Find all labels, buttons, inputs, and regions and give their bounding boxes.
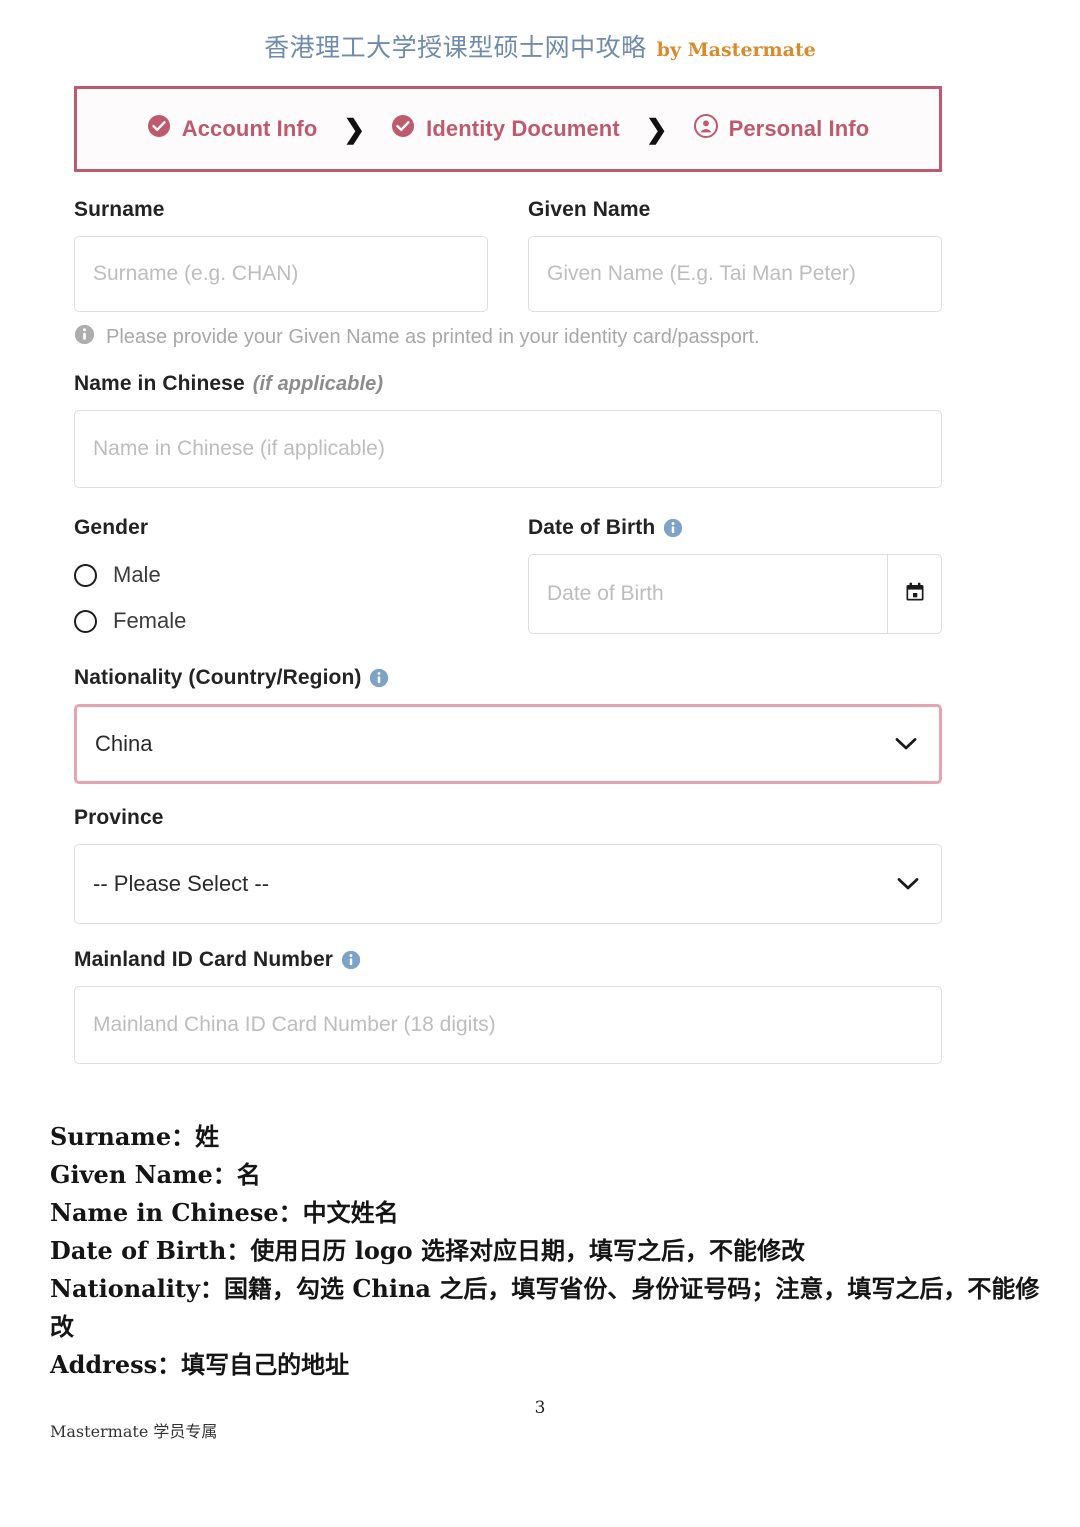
given-name-input-placeholder: Given Name (E.g. Tai Man Peter) [547, 262, 856, 285]
page-number: 3 [534, 1398, 546, 1418]
surname-input[interactable]: Surname (e.g. CHAN) [74, 236, 488, 312]
stepper-step-identity-document[interactable]: Identity Document [391, 114, 620, 144]
surname-label-text: Surname [74, 198, 165, 221]
info-circle-icon[interactable] [341, 950, 361, 970]
nationality-select[interactable]: China [74, 704, 942, 784]
gender-radio-female[interactable]: Female [74, 602, 488, 640]
given-name-hint: Please provide your Given Name as printe… [74, 324, 942, 350]
radio-unchecked-icon [74, 563, 97, 587]
province-select-value: -- Please Select -- [93, 871, 270, 896]
given-name-hint-text: Please provide your Given Name as printe… [106, 325, 760, 348]
province-label-text: Province [74, 806, 164, 829]
date-of-birth-input-placeholder: Date of Birth [547, 582, 664, 605]
mainland-id-label: Mainland ID Card Number [74, 948, 942, 972]
stepper-step-label: Personal Info [728, 116, 870, 141]
person-circle-icon [693, 114, 718, 144]
annotation-line: Address：填写自己的地址 [50, 1350, 350, 1379]
stepper-step-personal-info[interactable]: Personal Info [693, 114, 870, 144]
mainland-id-input-placeholder: Mainland China ID Card Number (18 digits… [93, 1013, 496, 1036]
check-circle-icon [147, 114, 171, 144]
date-of-birth-label: Date of Birth [528, 516, 942, 540]
nationality-label: Nationality (Country/Region) [74, 666, 942, 690]
nationality-select-value: China [95, 731, 153, 756]
footer-note: Mastermate 学员专属 [50, 1422, 218, 1441]
province-select[interactable]: -- Please Select -- [74, 844, 942, 924]
date-picker-button[interactable] [887, 554, 942, 634]
nationality-label-text: Nationality (Country/Region) [74, 666, 362, 689]
surname-input-placeholder: Surname (e.g. CHAN) [93, 262, 299, 285]
stepper-separator-icon: ❯ [645, 114, 668, 144]
stepper-step-label: Identity Document [426, 116, 620, 141]
stepper-separator-icon: ❯ [343, 114, 366, 144]
annotation-line: Nationality：国籍，勾选 China 之后，填写省份、身份证号码；注意… [50, 1274, 1040, 1341]
info-circle-icon [74, 324, 95, 350]
surname-label: Surname [74, 198, 488, 222]
radio-unchecked-icon [74, 609, 97, 633]
info-circle-icon[interactable] [369, 668, 389, 688]
stepper-step-account-info[interactable]: Account Info [147, 114, 318, 144]
mainland-id-label-text: Mainland ID Card Number [74, 948, 333, 971]
date-of-birth-input[interactable]: Date of Birth [528, 554, 887, 634]
name-in-chinese-label-suffix: (if applicable) [252, 372, 384, 395]
check-circle-icon [391, 114, 415, 144]
gender-label: Gender [74, 516, 488, 540]
given-name-input[interactable]: Given Name (E.g. Tai Man Peter) [528, 236, 942, 312]
name-in-chinese-label-text: Name in Chinese [74, 372, 245, 395]
mainland-id-input[interactable]: Mainland China ID Card Number (18 digits… [74, 986, 942, 1064]
stepper-step-label: Account Info [181, 116, 318, 141]
gender-radio-female-label: Female [113, 608, 187, 633]
name-in-chinese-input-placeholder: Name in Chinese (if applicable) [93, 437, 385, 460]
given-name-label-text: Given Name [528, 198, 651, 221]
annotation-line: Surname：姓 [50, 1122, 220, 1151]
date-of-birth-label-text: Date of Birth [528, 516, 656, 539]
given-name-label: Given Name [528, 198, 942, 222]
date-of-birth-field[interactable]: Date of Birth [528, 554, 942, 634]
info-circle-icon[interactable] [663, 518, 683, 538]
chevron-down-icon [895, 737, 917, 751]
annotation-line: Name in Chinese：中文姓名 [50, 1198, 399, 1227]
calendar-icon [903, 580, 927, 609]
gender-radio-male[interactable]: Male [74, 556, 488, 594]
document-header-chinese-title: 香港理工大学授课型硕士网中攻略 [264, 33, 647, 62]
chevron-down-icon [897, 877, 919, 891]
province-label: Province [74, 806, 942, 830]
application-form: Account Info ❯ Identity Document ❯ Perso… [74, 86, 942, 1064]
annotation-line: Date of Birth：使用日历 logo 选择对应日期，填写之后，不能修改 [50, 1236, 805, 1265]
document-header: 香港理工大学授课型硕士网中攻略 by Mastermate [0, 28, 1080, 64]
gender-radio-male-label: Male [113, 562, 161, 587]
name-in-chinese-label: Name in Chinese (if applicable) [74, 372, 942, 396]
gender-label-text: Gender [74, 516, 149, 539]
document-header-byline: by Mastermate [656, 39, 816, 61]
progress-stepper: Account Info ❯ Identity Document ❯ Perso… [74, 86, 942, 172]
annotation-list: Surname：姓 Given Name：名 Name in Chinese：中… [50, 1118, 1040, 1384]
annotation-line: Given Name：名 [50, 1160, 261, 1189]
name-in-chinese-input[interactable]: Name in Chinese (if applicable) [74, 410, 942, 488]
